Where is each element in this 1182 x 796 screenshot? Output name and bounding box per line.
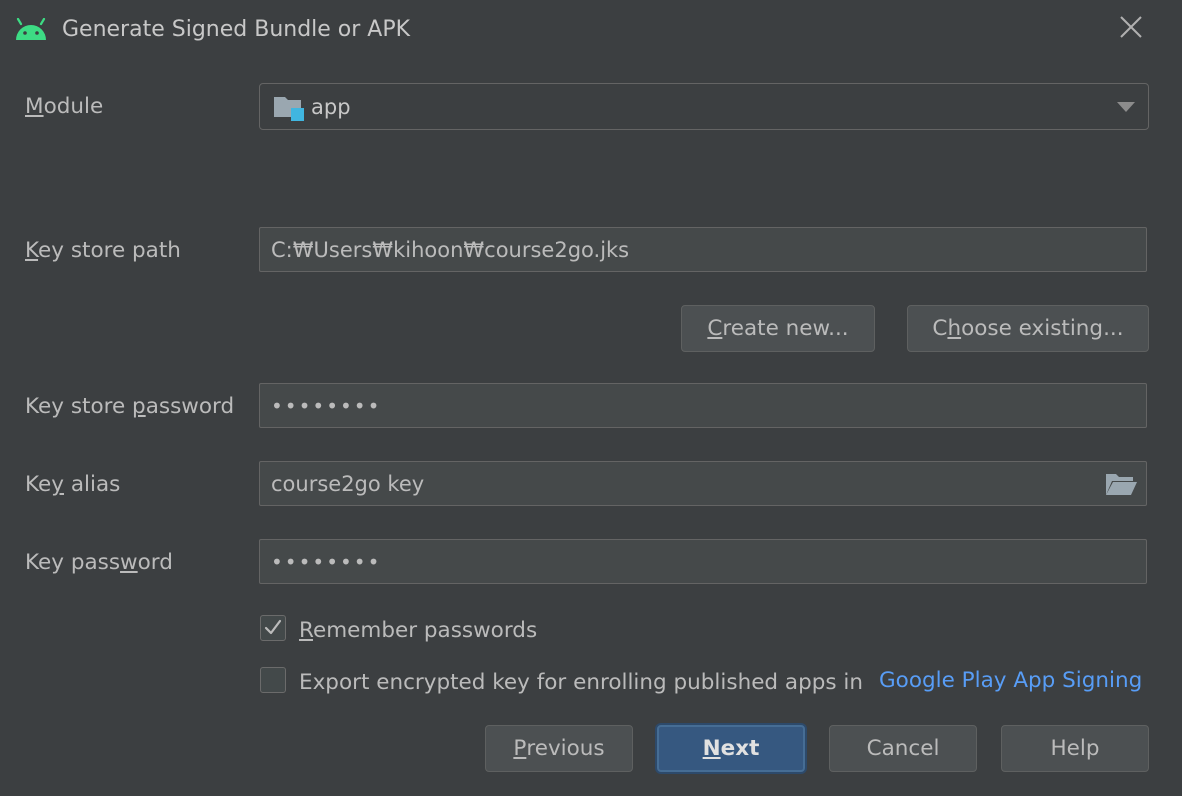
- key-password-input[interactable]: [271, 540, 1091, 583]
- chevron-down-icon: [1117, 102, 1135, 112]
- key-store-path-field: [259, 227, 1147, 272]
- key-store-password-label: Key store password: [25, 394, 235, 419]
- remember-passwords-label[interactable]: Remember passwords: [299, 618, 537, 643]
- export-encrypted-key-checkbox[interactable]: [260, 667, 286, 693]
- close-icon[interactable]: [1118, 14, 1144, 40]
- android-icon: [16, 18, 46, 40]
- key-store-path-label: Key store path: [25, 238, 181, 263]
- choose-existing-button[interactable]: Ch oose existing...: [907, 305, 1149, 352]
- key-alias-field: [259, 461, 1147, 506]
- key-store-path-input[interactable]: [271, 228, 1091, 271]
- google-play-app-signing-link[interactable]: Google Play App Signing: [879, 668, 1142, 693]
- signed-apk-dialog: { "dialog": { "title": "Generate Signed …: [0, 0, 1182, 796]
- create-new-button[interactable]: Create new...: [681, 305, 875, 352]
- module-select[interactable]: app: [259, 83, 1149, 130]
- previous-button[interactable]: Previous: [485, 725, 633, 772]
- checkmark-icon: [264, 619, 282, 635]
- next-button[interactable]: Next: [657, 725, 805, 772]
- key-alias-label: Key alias: [25, 472, 121, 497]
- folder-open-icon[interactable]: [1104, 470, 1138, 498]
- key-password-label: Key password: [25, 550, 173, 575]
- key-password-field: [259, 539, 1147, 584]
- remember-passwords-checkbox[interactable]: [260, 615, 286, 641]
- dialog-title: Generate Signed Bundle or APK: [62, 17, 411, 42]
- cancel-button[interactable]: Cancel: [829, 725, 977, 772]
- key-alias-input[interactable]: [271, 462, 1091, 505]
- help-button[interactable]: Help: [1001, 725, 1149, 772]
- key-store-password-field: [259, 383, 1147, 428]
- module-label: Module: [25, 94, 104, 119]
- module-value: app: [311, 95, 351, 119]
- key-store-password-input[interactable]: [271, 384, 1091, 427]
- module-folder-icon: [274, 97, 304, 121]
- export-encrypted-key-label[interactable]: Export encrypted key for enrolling publi…: [299, 670, 863, 695]
